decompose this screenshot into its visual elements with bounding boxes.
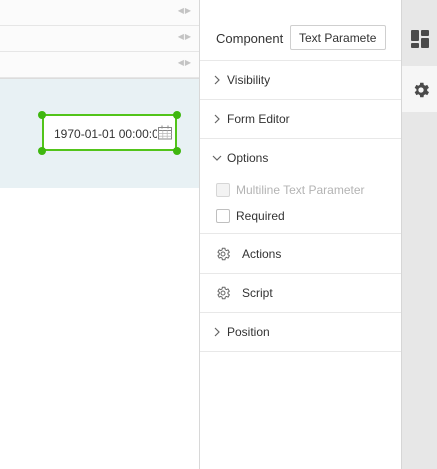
gear-icon [414, 82, 429, 98]
date-parameter-field[interactable]: 1970-01-01 00:00:00 [42, 114, 177, 151]
section-actions[interactable]: Actions [200, 235, 402, 274]
calendar-icon[interactable] [157, 125, 173, 140]
chevron-right-icon [214, 75, 220, 85]
properties-panel: Component Visibility Form Editor Options… [199, 0, 402, 469]
panel-tab-rail [401, 0, 437, 469]
gear-icon [217, 247, 230, 261]
multiline-label: Multiline Text Parameter [236, 183, 365, 197]
chevron-right-icon [214, 327, 220, 337]
toolbar-row: ◀▶ [0, 0, 200, 26]
chevron-down-icon [212, 155, 222, 161]
options-content: Multiline Text Parameter Required [200, 177, 402, 234]
toolbar-row: ◀▶ [0, 26, 200, 52]
toolbar-row: ◀▶ [0, 52, 200, 78]
section-label: Options [227, 151, 269, 165]
component-label: Component [216, 31, 284, 46]
tab-layout[interactable] [402, 16, 437, 62]
section-position[interactable]: Position [200, 313, 402, 352]
section-visibility[interactable]: Visibility [200, 61, 402, 100]
section-label: Form Editor [227, 112, 290, 126]
gear-icon [217, 286, 230, 300]
scroll-arrows-icon[interactable]: ◀▶ [178, 32, 192, 41]
resize-handle-top-right[interactable] [173, 111, 181, 119]
tab-settings[interactable] [402, 66, 437, 112]
section-label: Position [227, 325, 270, 339]
layout-grid-icon [411, 30, 429, 48]
section-label: Visibility [227, 73, 271, 87]
resize-handle-bottom-right[interactable] [173, 147, 181, 155]
section-form-editor[interactable]: Form Editor [200, 100, 402, 139]
scroll-arrows-icon[interactable]: ◀▶ [178, 6, 192, 15]
chevron-right-icon [214, 114, 220, 124]
section-label: Actions [242, 247, 282, 261]
scroll-arrows-icon[interactable]: ◀▶ [178, 58, 192, 67]
resize-handle-bottom-left[interactable] [38, 147, 46, 155]
section-script[interactable]: Script [200, 274, 402, 313]
date-value: 1970-01-01 00:00:00 [54, 127, 166, 141]
section-options[interactable]: Options [200, 139, 402, 178]
required-label[interactable]: Required [236, 209, 285, 223]
required-checkbox[interactable] [216, 209, 230, 223]
design-canvas[interactable]: ◀▶ ◀▶ ◀▶ 1970-01-01 00:00:00 [0, 0, 200, 469]
resize-handle-top-left[interactable] [38, 111, 46, 119]
component-row: Component [200, 0, 402, 61]
component-name-input[interactable] [290, 25, 386, 50]
section-label: Script [242, 286, 273, 300]
multiline-checkbox [216, 183, 230, 197]
